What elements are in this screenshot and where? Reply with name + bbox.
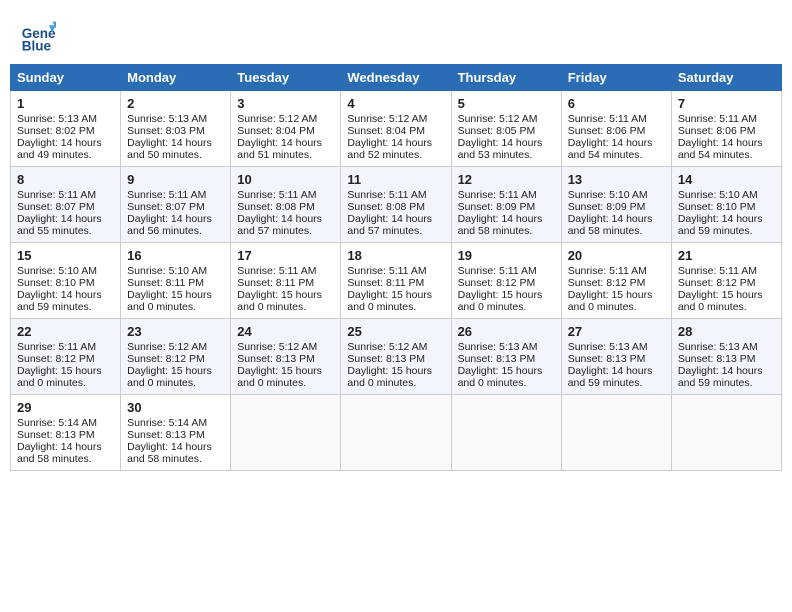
calendar-cell-empty [231,395,341,471]
calendar-row-5: 29Sunrise: 5:14 AMSunset: 8:13 PMDayligh… [11,395,782,471]
calendar-cell-day-15: 15Sunrise: 5:10 AMSunset: 8:10 PMDayligh… [11,243,121,319]
calendar-cell-day-8: 8Sunrise: 5:11 AMSunset: 8:07 PMDaylight… [11,167,121,243]
calendar-body: 1Sunrise: 5:13 AMSunset: 8:02 PMDaylight… [11,91,782,471]
calendar-cell-empty [561,395,671,471]
calendar-cell-day-5: 5Sunrise: 5:12 AMSunset: 8:05 PMDaylight… [451,91,561,167]
calendar-row-3: 15Sunrise: 5:10 AMSunset: 8:10 PMDayligh… [11,243,782,319]
day-number: 21 [678,248,775,263]
svg-text:Blue: Blue [22,38,52,53]
day-number: 6 [568,96,665,111]
day-number: 9 [127,172,224,187]
day-number: 14 [678,172,775,187]
calendar-cell-day-2: 2Sunrise: 5:13 AMSunset: 8:03 PMDaylight… [121,91,231,167]
calendar-cell-day-17: 17Sunrise: 5:11 AMSunset: 8:11 PMDayligh… [231,243,341,319]
calendar-table: SundayMondayTuesdayWednesdayThursdayFrid… [10,64,782,471]
day-number: 23 [127,324,224,339]
page-header: General Blue [10,10,782,58]
day-number: 28 [678,324,775,339]
calendar-header-row: SundayMondayTuesdayWednesdayThursdayFrid… [11,65,782,91]
day-number: 20 [568,248,665,263]
calendar-header-saturday: Saturday [671,65,781,91]
calendar-cell-day-3: 3Sunrise: 5:12 AMSunset: 8:04 PMDaylight… [231,91,341,167]
logo-icon: General Blue [20,18,56,54]
day-number: 12 [458,172,555,187]
calendar-cell-day-24: 24Sunrise: 5:12 AMSunset: 8:13 PMDayligh… [231,319,341,395]
calendar-cell-day-21: 21Sunrise: 5:11 AMSunset: 8:12 PMDayligh… [671,243,781,319]
calendar-cell-day-20: 20Sunrise: 5:11 AMSunset: 8:12 PMDayligh… [561,243,671,319]
calendar-cell-day-16: 16Sunrise: 5:10 AMSunset: 8:11 PMDayligh… [121,243,231,319]
day-number: 29 [17,400,114,415]
day-number: 11 [347,172,444,187]
calendar-cell-day-9: 9Sunrise: 5:11 AMSunset: 8:07 PMDaylight… [121,167,231,243]
calendar-cell-day-30: 30Sunrise: 5:14 AMSunset: 8:13 PMDayligh… [121,395,231,471]
day-number: 18 [347,248,444,263]
calendar-cell-day-29: 29Sunrise: 5:14 AMSunset: 8:13 PMDayligh… [11,395,121,471]
calendar-cell-day-7: 7Sunrise: 5:11 AMSunset: 8:06 PMDaylight… [671,91,781,167]
calendar-cell-empty [341,395,451,471]
calendar-header-wednesday: Wednesday [341,65,451,91]
calendar-header-friday: Friday [561,65,671,91]
calendar-cell-day-26: 26Sunrise: 5:13 AMSunset: 8:13 PMDayligh… [451,319,561,395]
day-number: 8 [17,172,114,187]
calendar-cell-empty [671,395,781,471]
day-number: 22 [17,324,114,339]
calendar-header-tuesday: Tuesday [231,65,341,91]
calendar-cell-day-27: 27Sunrise: 5:13 AMSunset: 8:13 PMDayligh… [561,319,671,395]
day-number: 27 [568,324,665,339]
day-number: 5 [458,96,555,111]
day-number: 17 [237,248,334,263]
calendar-header-monday: Monday [121,65,231,91]
calendar-cell-day-28: 28Sunrise: 5:13 AMSunset: 8:13 PMDayligh… [671,319,781,395]
day-number: 13 [568,172,665,187]
calendar-header-thursday: Thursday [451,65,561,91]
day-number: 1 [17,96,114,111]
day-number: 25 [347,324,444,339]
calendar-row-4: 22Sunrise: 5:11 AMSunset: 8:12 PMDayligh… [11,319,782,395]
calendar-row-2: 8Sunrise: 5:11 AMSunset: 8:07 PMDaylight… [11,167,782,243]
calendar-cell-day-1: 1Sunrise: 5:13 AMSunset: 8:02 PMDaylight… [11,91,121,167]
day-number: 4 [347,96,444,111]
calendar-cell-day-23: 23Sunrise: 5:12 AMSunset: 8:12 PMDayligh… [121,319,231,395]
calendar-cell-day-19: 19Sunrise: 5:11 AMSunset: 8:12 PMDayligh… [451,243,561,319]
logo: General Blue [20,18,60,54]
calendar-cell-day-25: 25Sunrise: 5:12 AMSunset: 8:13 PMDayligh… [341,319,451,395]
calendar-cell-day-14: 14Sunrise: 5:10 AMSunset: 8:10 PMDayligh… [671,167,781,243]
day-number: 10 [237,172,334,187]
calendar-cell-day-18: 18Sunrise: 5:11 AMSunset: 8:11 PMDayligh… [341,243,451,319]
day-number: 3 [237,96,334,111]
calendar-cell-day-4: 4Sunrise: 5:12 AMSunset: 8:04 PMDaylight… [341,91,451,167]
calendar-cell-day-6: 6Sunrise: 5:11 AMSunset: 8:06 PMDaylight… [561,91,671,167]
calendar-cell-day-11: 11Sunrise: 5:11 AMSunset: 8:08 PMDayligh… [341,167,451,243]
calendar-cell-day-12: 12Sunrise: 5:11 AMSunset: 8:09 PMDayligh… [451,167,561,243]
day-number: 2 [127,96,224,111]
calendar-cell-empty [451,395,561,471]
day-number: 16 [127,248,224,263]
calendar-cell-day-13: 13Sunrise: 5:10 AMSunset: 8:09 PMDayligh… [561,167,671,243]
day-number: 24 [237,324,334,339]
day-number: 7 [678,96,775,111]
calendar-row-1: 1Sunrise: 5:13 AMSunset: 8:02 PMDaylight… [11,91,782,167]
day-number: 30 [127,400,224,415]
day-number: 26 [458,324,555,339]
day-number: 15 [17,248,114,263]
calendar-cell-day-10: 10Sunrise: 5:11 AMSunset: 8:08 PMDayligh… [231,167,341,243]
day-number: 19 [458,248,555,263]
calendar-header-sunday: Sunday [11,65,121,91]
calendar-cell-day-22: 22Sunrise: 5:11 AMSunset: 8:12 PMDayligh… [11,319,121,395]
